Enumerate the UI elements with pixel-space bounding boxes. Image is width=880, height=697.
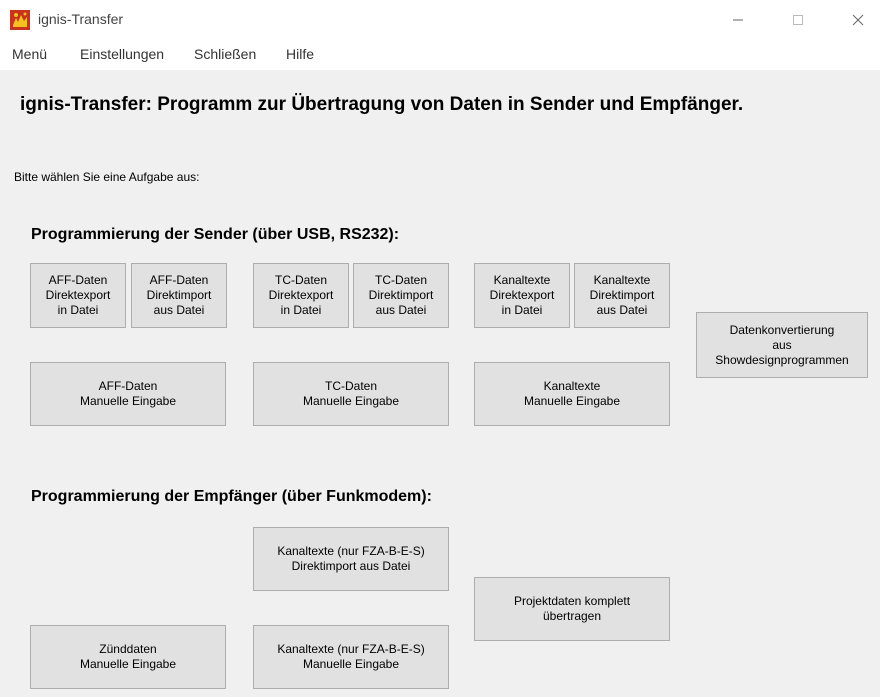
kanal-export-label: Kanaltexte Direktexport in Datei (489, 273, 555, 317)
tc-manual-label: TC-Daten Manuelle Eingabe (302, 379, 400, 408)
menu-item-menue[interactable]: Menü (12, 46, 47, 62)
tc-import-button[interactable]: TC-Daten Direktimport aus Datei (353, 263, 449, 328)
zuenddaten-manual-button[interactable]: Zünddaten Manuelle Eingabe (30, 625, 226, 689)
kanal-import-button[interactable]: Kanaltexte Direktimport aus Datei (574, 263, 670, 328)
aff-export-label: AFF-Daten Direktexport in Datei (45, 273, 111, 317)
menu-bar: Menü Einstellungen Schließen Hilfe (0, 40, 880, 70)
close-button[interactable] (846, 8, 870, 32)
menu-item-schliessen[interactable]: Schließen (194, 46, 256, 62)
page-title: ignis-Transfer: Programm zur Übertragung… (20, 94, 744, 115)
tc-manual-button[interactable]: TC-Daten Manuelle Eingabe (253, 362, 449, 426)
close-icon (852, 14, 864, 26)
kanal-manual-button[interactable]: Kanaltexte Manuelle Eingabe (474, 362, 670, 426)
kanal-manual-label: Kanaltexte Manuelle Eingabe (523, 379, 621, 408)
aff-manual-button[interactable]: AFF-Daten Manuelle Eingabe (30, 362, 226, 426)
tc-export-button[interactable]: TC-Daten Direktexport in Datei (253, 263, 349, 328)
minimize-icon (733, 19, 743, 21)
window-title: ignis-Transfer (38, 11, 124, 27)
minimize-button[interactable] (726, 8, 750, 32)
menu-item-hilfe[interactable]: Hilfe (286, 46, 314, 62)
sender-section-title: Programmierung der Sender (über USB, RS2… (31, 226, 400, 243)
menu-item-einstellungen[interactable]: Einstellungen (80, 46, 164, 62)
title-bar: ignis-Transfer (0, 0, 880, 40)
projektdaten-label: Projektdaten komplett übertragen (513, 594, 631, 623)
empfaenger-section-title: Programmierung der Empfänger (über Funkm… (31, 488, 432, 505)
empfaenger-kanal-manual-button[interactable]: Kanaltexte (nur FZA-B-E-S) Manuelle Eing… (253, 625, 449, 689)
empfaenger-kanal-manual-label: Kanaltexte (nur FZA-B-E-S) Manuelle Eing… (277, 642, 425, 671)
datenkonvertierung-label: Datenkonvertierung aus Showdesignprogram… (715, 322, 849, 367)
aff-export-button[interactable]: AFF-Daten Direktexport in Datei (30, 263, 126, 328)
kanal-import-label: Kanaltexte Direktimport aus Datei (589, 273, 655, 317)
tc-import-label: TC-Daten Direktimport aus Datei (368, 273, 434, 317)
maximize-icon (793, 15, 803, 25)
aff-manual-label: AFF-Daten Manuelle Eingabe (79, 379, 177, 408)
kanal-export-button[interactable]: Kanaltexte Direktexport in Datei (474, 263, 570, 328)
aff-import-label: AFF-Daten Direktimport aus Datei (146, 273, 212, 317)
app-icon (10, 10, 30, 30)
tc-export-label: TC-Daten Direktexport in Datei (268, 273, 334, 317)
zuenddaten-manual-label: Zünddaten Manuelle Eingabe (79, 642, 177, 671)
empfaenger-kanal-import-label: Kanaltexte (nur FZA-B-E-S) Direktimport … (277, 544, 425, 573)
datenkonvertierung-button[interactable]: Datenkonvertierung aus Showdesignprogram… (696, 312, 868, 378)
task-prompt: Bitte wählen Sie eine Aufgabe aus: (14, 170, 200, 184)
maximize-button[interactable] (786, 8, 810, 32)
empfaenger-kanal-import-button[interactable]: Kanaltexte (nur FZA-B-E-S) Direktimport … (253, 527, 449, 591)
projektdaten-button[interactable]: Projektdaten komplett übertragen (474, 577, 670, 641)
aff-import-button[interactable]: AFF-Daten Direktimport aus Datei (131, 263, 227, 328)
